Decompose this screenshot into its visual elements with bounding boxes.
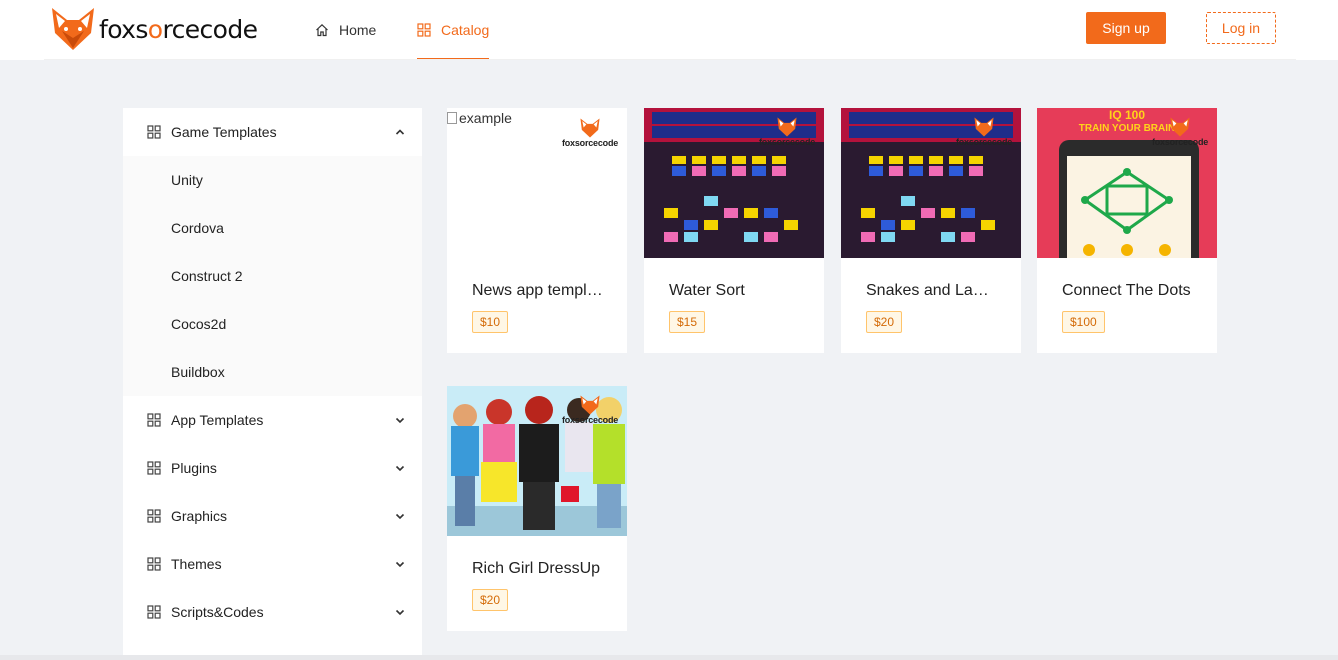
category-sidebar: Game Templates Unity Cordova Construct 2… [123,108,422,660]
product-title: News app templ… [472,282,603,299]
appstore-icon [147,413,161,427]
menu-label: Scripts&Codes [171,604,264,620]
menu-label: Game Templates [171,124,277,140]
submenu-item-construct-2[interactable]: Construct 2 [123,252,422,300]
product-image: foxsorcecode [841,108,1021,258]
menu-scripts-codes[interactable]: Scripts&Codes [123,588,422,636]
price-tag: $20 [866,311,903,333]
menu-graphics[interactable]: Graphics [123,492,422,540]
fox-logo-icon [974,117,994,137]
watermark-logo: foxsorcecode [953,117,1015,147]
signup-button[interactable]: Sign up [1086,12,1166,44]
fox-logo-icon [777,117,797,137]
broken-image-icon: example [447,110,512,126]
product-card[interactable]: IQ 100 TRAIN YOUR BRAIN foxsorcecode Con… [1037,108,1217,353]
fox-logo-icon [580,395,600,415]
nav-catalog-label: Catalog [441,22,490,38]
appstore-icon [147,557,161,571]
submenu-game-templates: Unity Cordova Construct 2 Cocos2d Buildb… [123,156,422,396]
menu-plugins[interactable]: Plugins [123,444,422,492]
chevron-up-icon [395,129,405,135]
chevron-down-icon [395,513,405,520]
footer-edge [0,655,1338,660]
product-image: IQ 100 TRAIN YOUR BRAIN foxsorcecode [1037,108,1217,258]
menu-app-templates[interactable]: App Templates [123,396,422,444]
appstore-icon [147,605,161,619]
login-button[interactable]: Log in [1206,12,1276,44]
brand-logo[interactable]: foxsorcecode [50,7,258,51]
product-title: Water Sort [669,282,745,299]
chevron-down-icon [395,417,405,424]
appstore-icon [147,509,161,523]
menu-game-templates[interactable]: Game Templates [123,108,422,156]
home-icon [316,23,328,37]
brand-name: foxsorcecode [99,14,258,44]
submenu-item-buildbox[interactable]: Buildbox [123,348,422,396]
watermark-logo: foxsorcecode [1149,117,1211,147]
price-tag: $10 [472,311,509,333]
product-card[interactable]: foxsorcecode Snakes and La… $20 [841,108,1021,353]
chevron-down-icon [395,561,405,568]
top-header: foxsorcecode Home Catalog Sign up Log in [0,0,1338,60]
menu-themes[interactable]: Themes [123,540,422,588]
nav-home[interactable]: Home [315,0,376,60]
banner-iq-text: IQ 100 [1109,108,1145,122]
submenu-item-cocos2d[interactable]: Cocos2d [123,300,422,348]
menu-label: Themes [171,556,222,572]
product-title: Snakes and La… [866,282,989,299]
product-image: foxsorcecode [644,108,824,258]
product-title: Rich Girl DressUp [472,560,601,577]
menu-label: App Templates [171,412,264,428]
product-image: foxsorcecode [447,386,627,536]
fox-logo-icon [52,8,94,50]
product-image: example foxsorcecode [447,108,627,258]
price-tag: $20 [472,589,509,611]
watermark-logo: foxsorcecode [559,395,621,425]
fox-logo-icon [580,118,600,138]
appstore-icon [147,461,161,475]
menu-label: Plugins [171,460,217,476]
menu-label: Graphics [171,508,228,524]
product-card[interactable]: foxsorcecode Water Sort $15 [644,108,824,353]
appstore-icon [147,125,161,139]
header-divider [44,59,1296,60]
product-card[interactable]: example foxsorcecode News app templ… $10 [447,108,627,353]
nav-catalog[interactable]: Catalog [417,0,490,60]
product-card[interactable]: foxsorcecode Rich Girl DressUp $20 [447,386,627,631]
nav-home-label: Home [339,22,377,38]
price-tag: $15 [669,311,706,333]
watermark-logo: foxsorcecode [756,117,818,147]
chevron-down-icon [395,609,405,616]
submenu-item-cordova[interactable]: Cordova [123,204,422,252]
appstore-icon [417,23,431,37]
submenu-item-unity[interactable]: Unity [123,156,422,204]
price-tag: $100 [1062,311,1105,333]
chevron-down-icon [395,465,405,472]
fox-logo-icon [1170,117,1190,137]
product-title: Connect The Dots [1062,282,1191,299]
watermark-logo: foxsorcecode [559,118,621,148]
